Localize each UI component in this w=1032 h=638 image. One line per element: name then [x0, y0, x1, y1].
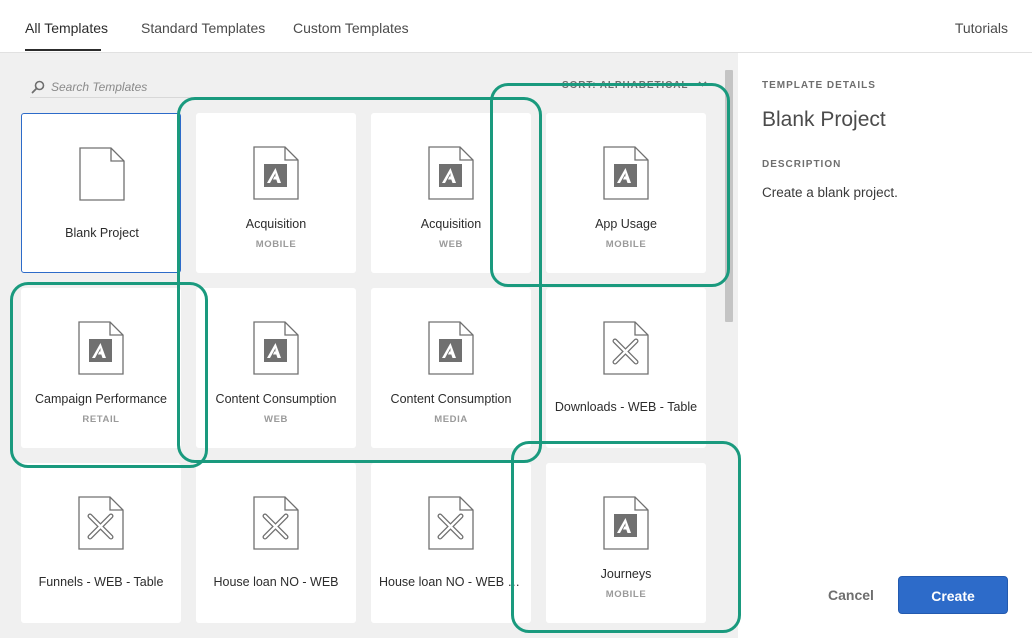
search-icon [31, 80, 45, 94]
adobe-doc-icon [428, 321, 474, 375]
tab-standard-templates[interactable]: Standard Templates [141, 20, 265, 36]
template-card[interactable]: Acquisition MOBILE [196, 113, 356, 273]
template-subtitle: WEB [439, 239, 463, 250]
template-title: House loan NO - WEB - ... [379, 575, 526, 589]
custom-doc-icon [428, 496, 474, 550]
template-card[interactable]: Campaign Performance RETAIL [21, 288, 181, 448]
adobe-doc-icon [253, 321, 299, 375]
template-card[interactable]: Blank Project [21, 113, 181, 273]
cancel-button[interactable]: Cancel [828, 587, 874, 603]
template-subtitle: MEDIA [434, 414, 468, 425]
template-title: Content Consumption [390, 392, 512, 406]
template-card[interactable]: Acquisition WEB [371, 113, 531, 273]
adobe-doc-icon [428, 146, 474, 200]
template-card[interactable]: Journeys MOBILE [546, 463, 706, 623]
scrollbar-thumb[interactable] [725, 70, 733, 322]
description-text: Create a blank project. [762, 185, 898, 200]
template-subtitle: RETAIL [82, 414, 120, 425]
template-subtitle: MOBILE [605, 589, 647, 600]
template-details-panel: TEMPLATE DETAILS Blank Project DESCRIPTI… [738, 53, 1032, 638]
blank-doc-icon [79, 147, 125, 201]
template-card[interactable]: House loan NO - WEB - ... [371, 463, 531, 623]
custom-doc-icon [603, 321, 649, 375]
template-card[interactable]: Content Consumption WEB [196, 288, 356, 448]
adobe-doc-icon [253, 146, 299, 200]
template-gallery: SORT: ALPHABETICAL Blank Project Acquisit… [0, 53, 738, 638]
template-title: Blank Project [65, 226, 139, 240]
template-title: Journeys [600, 567, 652, 581]
template-card[interactable]: Downloads - WEB - Table [546, 288, 706, 448]
template-card[interactable]: Funnels - WEB - Table [21, 463, 181, 623]
custom-doc-icon [78, 496, 124, 550]
template-picker-dialog: All Templates Standard Templates Custom … [0, 0, 1032, 638]
details-title: Blank Project [762, 108, 886, 131]
adobe-doc-icon [603, 496, 649, 550]
description-label: DESCRIPTION [762, 159, 842, 170]
template-title: House loan NO - WEB [213, 575, 339, 589]
template-title: Acquisition [420, 217, 482, 231]
tab-bar: All Templates Standard Templates Custom … [0, 0, 1032, 53]
sort-dropdown[interactable]: SORT: ALPHABETICAL [562, 80, 707, 91]
template-title: Content Consumption [215, 392, 337, 406]
template-card[interactable]: House loan NO - WEB [196, 463, 356, 623]
template-subtitle: MOBILE [605, 239, 647, 250]
search-input[interactable] [51, 78, 216, 96]
create-button[interactable]: Create [898, 576, 1008, 614]
template-card[interactable]: App Usage MOBILE [546, 113, 706, 273]
template-title: Campaign Performance [34, 392, 167, 406]
tutorials-link[interactable]: Tutorials [955, 20, 1008, 36]
sort-label: SORT: ALPHABETICAL [562, 80, 689, 91]
details-section-label: TEMPLATE DETAILS [762, 80, 876, 91]
adobe-doc-icon [78, 321, 124, 375]
template-title: Downloads - WEB - Table [554, 400, 698, 414]
template-title: Funnels - WEB - Table [38, 575, 164, 589]
template-title: App Usage [595, 217, 657, 231]
active-tab-indicator [25, 49, 101, 51]
template-subtitle: WEB [264, 414, 288, 425]
search-box [30, 78, 220, 98]
chevron-down-icon [698, 81, 707, 87]
template-subtitle: MOBILE [255, 239, 297, 250]
custom-doc-icon [253, 496, 299, 550]
tab-all-templates[interactable]: All Templates [25, 20, 108, 36]
template-title: Acquisition [245, 217, 307, 231]
scrollbar[interactable] [722, 70, 736, 638]
adobe-doc-icon [603, 146, 649, 200]
tab-custom-templates[interactable]: Custom Templates [293, 20, 409, 36]
template-card[interactable]: Content Consumption MEDIA [371, 288, 531, 448]
